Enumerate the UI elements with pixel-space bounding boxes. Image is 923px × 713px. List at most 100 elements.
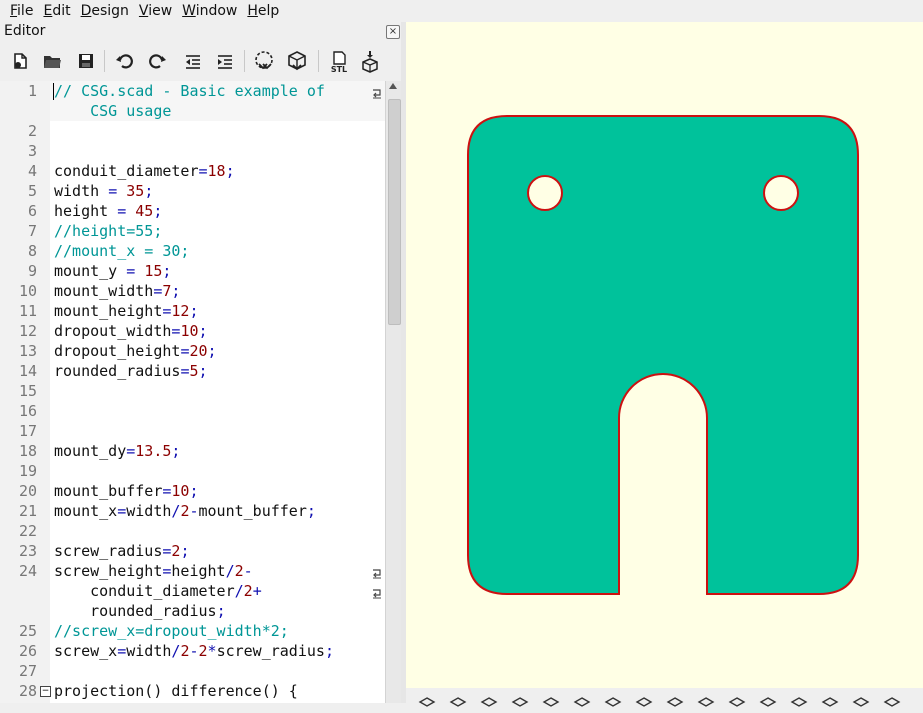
line-number: 21 xyxy=(18,502,37,520)
code-text: dropout_width=10; xyxy=(54,322,208,340)
line-number: 7 xyxy=(27,222,37,240)
screw-hole-left xyxy=(527,175,563,211)
code-line: 17 xyxy=(0,421,385,441)
code-text: CSG usage xyxy=(54,102,172,120)
3d-viewport[interactable] xyxy=(406,22,923,688)
perspective-icon[interactable] xyxy=(604,694,622,707)
scrollbar-thumb[interactable] xyxy=(388,99,401,325)
text-cursor xyxy=(53,83,54,100)
preview-icon[interactable] xyxy=(418,694,436,707)
redo-icon[interactable] xyxy=(144,48,170,74)
line-number: 5 xyxy=(27,182,37,200)
code-line: 13 dropout_height=20; xyxy=(0,341,385,361)
scroll-up-arrow-icon[interactable] xyxy=(389,83,397,89)
menu-design[interactable]: Design xyxy=(76,3,134,19)
view-bottom-icon[interactable] xyxy=(697,694,715,707)
code-line: 8 //mount_x = 30; xyxy=(0,241,385,261)
code-text: mount_buffer=10; xyxy=(54,482,199,500)
code-line: 3 xyxy=(0,141,385,161)
code-text: screw_radius=2; xyxy=(54,542,190,560)
code-line: 21 mount_x=width/2-mount_buffer; xyxy=(0,501,385,521)
code-line: 4 conduit_diameter=18; xyxy=(0,161,385,181)
code-line: 22 xyxy=(0,521,385,541)
render-icon[interactable] xyxy=(449,694,467,707)
view-left-icon[interactable] xyxy=(728,694,746,707)
code-line: 9 mount_y = 15; xyxy=(0,261,385,281)
open-folder-icon[interactable] xyxy=(39,48,65,74)
indent-icon[interactable] xyxy=(212,48,238,74)
reset-view-icon[interactable] xyxy=(573,694,591,707)
preview-icon[interactable] xyxy=(251,48,277,74)
code-line-continuation: rounded_radius; xyxy=(0,601,385,621)
view-all-icon[interactable] xyxy=(480,694,498,707)
export-stl-icon[interactable]: STL xyxy=(326,48,352,74)
menu-view[interactable]: View xyxy=(134,3,177,19)
code-line: 10 mount_width=7; xyxy=(0,281,385,301)
undo-icon[interactable] xyxy=(112,48,138,74)
line-number: 23 xyxy=(18,542,37,560)
view-top-icon[interactable] xyxy=(666,694,684,707)
save-icon[interactable] xyxy=(73,48,99,74)
orthogonal-icon[interactable] xyxy=(635,694,653,707)
view-front-icon[interactable] xyxy=(790,694,808,707)
code-text: mount_y = 15; xyxy=(54,262,172,280)
line-number: 11 xyxy=(18,302,37,320)
line-number: 19 xyxy=(18,462,37,480)
wrap-indicator-icon xyxy=(371,85,383,99)
view-back-icon[interactable] xyxy=(821,694,839,707)
code-text: //mount_x = 30; xyxy=(54,242,190,260)
stl-label: STL xyxy=(331,65,347,74)
line-number: 16 xyxy=(18,402,37,420)
code-line: 15 xyxy=(0,381,385,401)
editor-dock-title: Editor × xyxy=(0,22,403,42)
line-number: 25 xyxy=(18,622,37,640)
code-line-continuation: CSG usage xyxy=(0,101,385,121)
code-line: 20 mount_buffer=10; xyxy=(0,481,385,501)
menubar: File Edit Design View Window Help xyxy=(0,0,923,22)
code-editor[interactable]: 1 // CSG.scad - Basic example of CSG usag… xyxy=(0,81,385,703)
menu-edit[interactable]: Edit xyxy=(38,3,75,19)
new-file-icon[interactable] xyxy=(7,48,33,74)
code-text: mount_x=width/2-mount_buffer; xyxy=(54,502,316,520)
zoom-out-icon[interactable] xyxy=(542,694,560,707)
render-icon[interactable] xyxy=(284,48,310,74)
send-to-print-icon[interactable] xyxy=(357,48,383,74)
line-number: 4 xyxy=(27,162,37,180)
code-line: 23 screw_radius=2; xyxy=(0,541,385,561)
fold-toggle-icon[interactable]: − xyxy=(40,686,51,697)
line-number: 9 xyxy=(27,262,37,280)
editor-close-button[interactable]: × xyxy=(386,25,400,39)
code-text: mount_dy=13.5; xyxy=(54,442,181,460)
line-number: 6 xyxy=(27,202,37,220)
code-line: 1 // CSG.scad - Basic example of xyxy=(0,81,385,101)
code-line: 19 xyxy=(0,461,385,481)
code-line: 11 mount_height=12; xyxy=(0,301,385,321)
code-line: 26 screw_x=width/2-2*screw_radius; xyxy=(0,641,385,661)
line-number: 27 xyxy=(18,662,37,680)
code-line: 6 height = 45; xyxy=(0,201,385,221)
code-line: 25 //screw_x=dropout_width*2; xyxy=(0,621,385,641)
menu-window[interactable]: Window xyxy=(177,3,242,19)
line-number: 8 xyxy=(27,242,37,260)
screw-hole-right xyxy=(763,175,799,211)
code-text: conduit_diameter=18; xyxy=(54,162,235,180)
view-toolbar xyxy=(406,688,923,707)
line-number: 17 xyxy=(18,422,37,440)
unindent-icon[interactable] xyxy=(180,48,206,74)
menu-help[interactable]: Help xyxy=(242,3,284,19)
line-number: 3 xyxy=(27,142,37,160)
code-line: 18 mount_dy=13.5; xyxy=(0,441,385,461)
line-number: 12 xyxy=(18,322,37,340)
code-line: 12 dropout_width=10; xyxy=(0,321,385,341)
editor-scrollbar[interactable] xyxy=(385,81,402,703)
code-text: screw_x=width/2-2*screw_radius; xyxy=(54,642,334,660)
code-line: 2 xyxy=(0,121,385,141)
zoom-in-icon[interactable] xyxy=(511,694,529,707)
menu-file[interactable]: File xyxy=(0,3,38,19)
view-right-icon[interactable] xyxy=(759,694,777,707)
code-text: projection() difference() { xyxy=(54,682,298,700)
code-text: //screw_x=dropout_width*2; xyxy=(54,622,289,640)
show-edges-icon[interactable] xyxy=(883,694,901,707)
show-axes-icon[interactable] xyxy=(852,694,870,707)
editor-title: Editor xyxy=(4,23,46,39)
